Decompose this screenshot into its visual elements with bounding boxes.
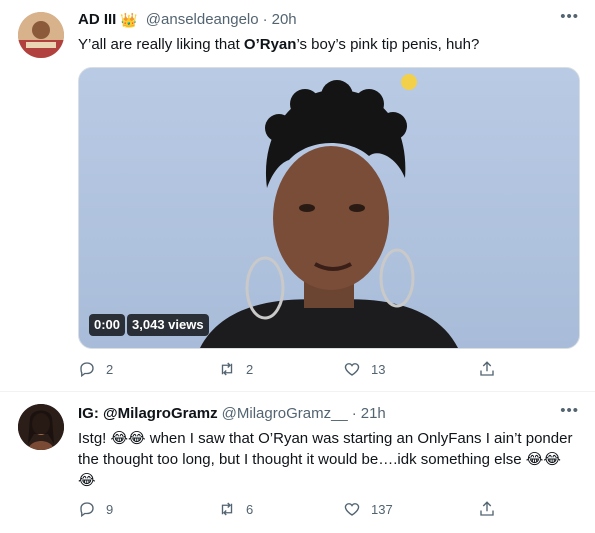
more-icon[interactable]: ••• bbox=[560, 8, 579, 25]
timestamp[interactable]: 20h bbox=[272, 10, 297, 30]
like-count: 137 bbox=[371, 501, 393, 517]
video-player[interactable]: 0:00 3,043 views bbox=[78, 67, 580, 349]
share-button[interactable] bbox=[478, 358, 518, 380]
view-count: 3,043 views bbox=[127, 314, 209, 336]
crown-emoji: 👑 bbox=[120, 12, 138, 28]
more-icon[interactable]: ••• bbox=[560, 402, 579, 419]
timestamp[interactable]: 21h bbox=[361, 404, 386, 424]
separator: · bbox=[262, 11, 268, 28]
tweet-text-part: Y’all are really liking that bbox=[78, 36, 244, 53]
reply-icon bbox=[80, 502, 94, 518]
tweet-header: IG: @MilagroGramz @MilagroGramz__ · 21h bbox=[78, 404, 386, 424]
action-bar: 9 6 137 bbox=[78, 498, 518, 520]
display-name[interactable]: AD III bbox=[78, 10, 116, 30]
reply-count: 9 bbox=[106, 501, 114, 517]
retweet-count: 2 bbox=[246, 361, 254, 377]
retweet-icon bbox=[221, 502, 233, 516]
tweet[interactable]: AD III 👑 @anseldeangelo · 20h ••• Y’all … bbox=[0, 0, 595, 392]
like-button[interactable]: 137 bbox=[343, 498, 478, 520]
handle[interactable]: @anseldeangelo bbox=[146, 10, 259, 30]
tweet-text-bold: O’Ryan bbox=[243, 36, 297, 53]
tweet[interactable]: IG: @MilagroGramz @MilagroGramz__ · 21h … bbox=[0, 392, 595, 533]
tweet-text: Y’all are really liking that O’Ryan’s bo… bbox=[78, 34, 578, 55]
video-badges: 0:00 3,043 views bbox=[89, 314, 209, 336]
avatar[interactable] bbox=[18, 12, 64, 58]
retweet-button[interactable]: 6 bbox=[218, 498, 343, 520]
tweet-text: Istg! 😂😂 when I saw that O’Ryan was star… bbox=[78, 430, 573, 489]
avatar[interactable] bbox=[18, 404, 64, 450]
share-icon bbox=[480, 501, 494, 516]
video-frame bbox=[79, 68, 579, 348]
share-button[interactable] bbox=[478, 498, 518, 520]
like-icon bbox=[344, 363, 360, 376]
tweet-header: AD III 👑 @anseldeangelo · 20h bbox=[78, 10, 297, 30]
display-name[interactable]: IG: @MilagroGramz bbox=[78, 404, 218, 424]
reply-button[interactable]: 2 bbox=[78, 358, 218, 380]
video-timestamp: 0:00 bbox=[89, 314, 126, 336]
retweet-icon bbox=[221, 362, 233, 376]
action-bar: 2 2 13 bbox=[78, 358, 518, 380]
retweet-count: 6 bbox=[246, 501, 254, 517]
reply-count: 2 bbox=[106, 361, 114, 377]
tweet-text-part: ’s boy’s pink tip penis, huh? bbox=[296, 36, 480, 53]
like-icon bbox=[344, 503, 360, 516]
like-count: 13 bbox=[371, 361, 386, 377]
like-button[interactable]: 13 bbox=[343, 358, 478, 380]
handle[interactable]: @MilagroGramz__ bbox=[222, 404, 348, 424]
separator: · bbox=[351, 405, 357, 422]
reply-button[interactable]: 9 bbox=[78, 498, 218, 520]
retweet-button[interactable]: 2 bbox=[218, 358, 343, 380]
share-icon bbox=[480, 361, 494, 376]
reply-icon bbox=[80, 362, 94, 378]
